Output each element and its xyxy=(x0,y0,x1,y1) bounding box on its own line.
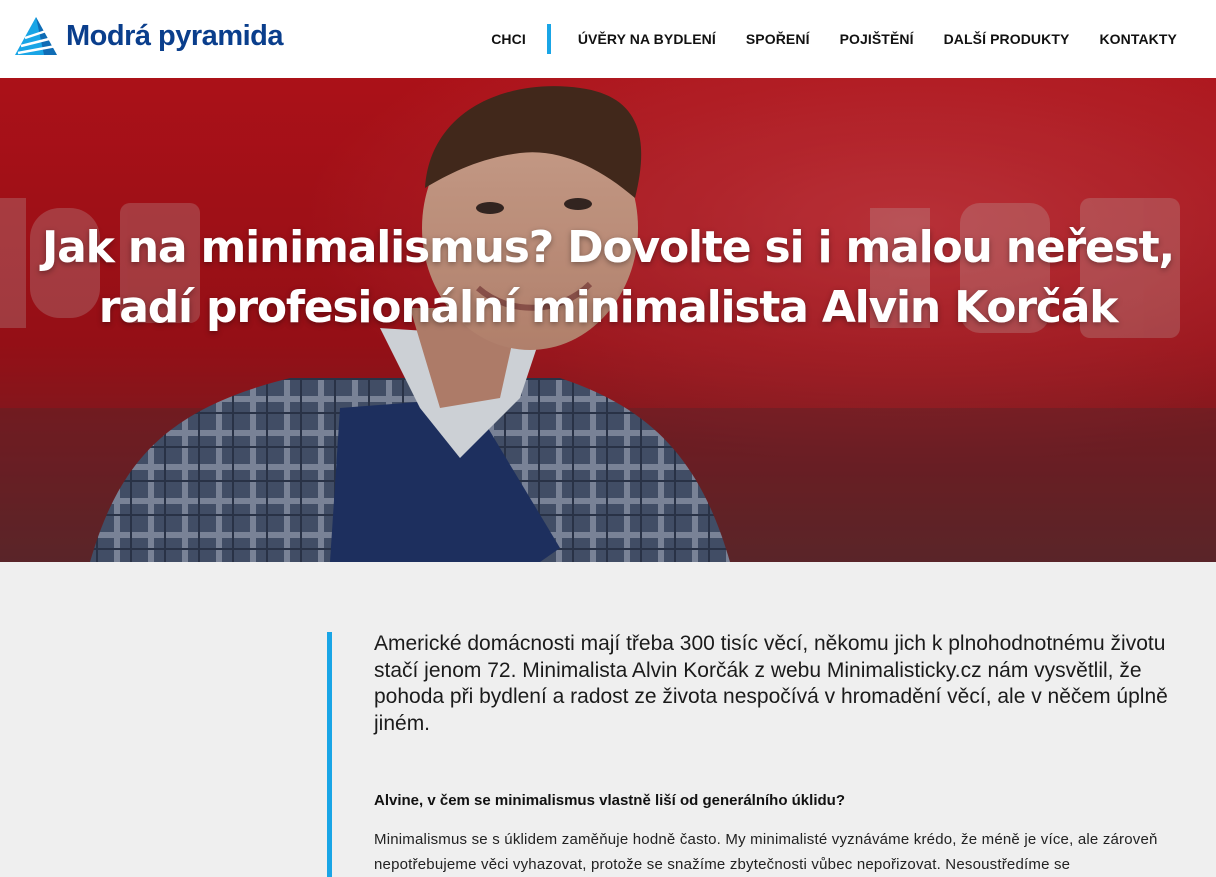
interview-question: Alvine, v čem se minimalismus vlastně li… xyxy=(374,792,845,809)
article-content: Americké domácnosti mají třeba 300 tisíc… xyxy=(0,562,1216,877)
nav-item-sporeni[interactable]: SPOŘENÍ xyxy=(731,31,825,47)
hero-banner: Jak na minimalismus? Dovolte si i malou … xyxy=(0,78,1216,562)
article-lead: Americké domácnosti mají třeba 300 tisíc… xyxy=(374,632,1168,735)
nav-item-kontakty[interactable]: KONTAKTY xyxy=(1084,31,1192,47)
logo[interactable]: Modrá pyramida xyxy=(14,16,284,56)
logo-text: Modrá pyramida xyxy=(66,19,284,52)
nav-item-uvery-na-bydleni[interactable]: ÚVĚRY NA BYDLENÍ xyxy=(563,31,731,47)
nav-item-dalsi-produkty[interactable]: DALŠÍ PRODUKTY xyxy=(929,31,1085,47)
nav-divider xyxy=(546,24,551,54)
site-header: Modrá pyramida CHCI ÚVĚRY NA BYDLENÍ SPO… xyxy=(0,0,1216,78)
main-nav: CHCI ÚVĚRY NA BYDLENÍ SPOŘENÍ POJIŠTĚNÍ … xyxy=(476,0,1192,78)
pyramid-logo-icon xyxy=(15,17,57,55)
nav-item-chci[interactable]: CHCI xyxy=(476,31,541,47)
article-title: Jak na minimalismus? Dovolte si i malou … xyxy=(41,222,1175,333)
nav-item-pojisteni[interactable]: POJIŠTĚNÍ xyxy=(825,31,929,47)
interview-answer: Minimalismus se s úklidem zaměňuje hodně… xyxy=(374,831,1158,873)
accent-bar xyxy=(327,632,332,877)
